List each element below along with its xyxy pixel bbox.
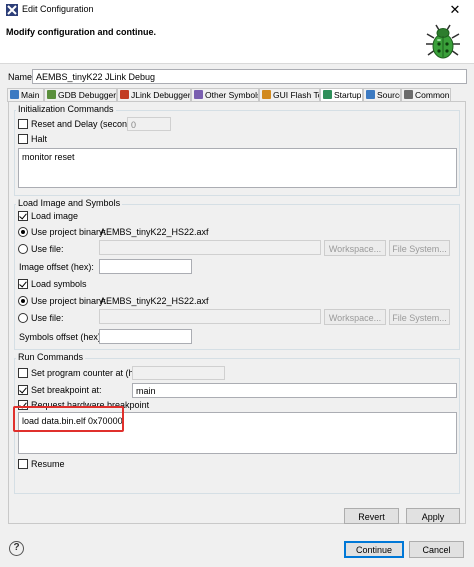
use-project-binary-radio[interactable] bbox=[18, 227, 28, 237]
load-image-group bbox=[14, 204, 460, 350]
image-offset-label: Image offset (hex): bbox=[19, 262, 94, 272]
symbols-offset-label: Symbols offset (hex): bbox=[19, 332, 104, 342]
symbols-use-file-label: Use file: bbox=[31, 313, 64, 323]
debugger-icon bbox=[47, 90, 56, 99]
symbols-project-binary-radio[interactable] bbox=[18, 296, 28, 306]
halt-label: Halt bbox=[31, 134, 48, 144]
revert-button[interactable]: Revert bbox=[344, 508, 399, 524]
source-icon bbox=[366, 90, 375, 99]
workspace-button[interactable]: Workspace... bbox=[324, 240, 386, 256]
load-image-label: Load image bbox=[31, 211, 79, 221]
tab-common[interactable]: Common bbox=[401, 88, 451, 102]
run-commands-title: Run Commands bbox=[16, 352, 86, 362]
set-breakpoint-checkbox[interactable] bbox=[18, 385, 28, 395]
symbols-project-binary-label: Use project binary: bbox=[31, 296, 107, 306]
resume-label: Resume bbox=[31, 459, 65, 469]
tab-main[interactable]: Main bbox=[7, 88, 44, 102]
symbols-binary-value: AEMBS_tinyK22_HS22.axf bbox=[100, 296, 209, 306]
reset-delay-input[interactable]: 0 bbox=[127, 117, 171, 131]
use-file-label: Use file: bbox=[31, 244, 64, 254]
reset-delay-checkbox[interactable] bbox=[18, 119, 28, 129]
tab-label: JLink Debugger bbox=[131, 90, 191, 100]
startup-icon bbox=[323, 90, 332, 99]
symbols-workspace-button[interactable]: Workspace... bbox=[324, 309, 386, 325]
tab-label: GDB Debugger bbox=[58, 90, 117, 100]
tab-gdb-debugger[interactable]: GDB Debugger bbox=[44, 88, 117, 102]
halt-checkbox[interactable] bbox=[18, 134, 28, 144]
window-title: Edit Configuration bbox=[22, 4, 94, 14]
tab-bar: Main GDB Debugger JLink Debugger Other S… bbox=[7, 88, 469, 103]
main-tab-icon bbox=[10, 90, 19, 99]
tab-label: Source bbox=[377, 90, 400, 100]
symbols-file-system-button[interactable]: File System... bbox=[389, 309, 450, 325]
tab-label: Main bbox=[21, 90, 40, 100]
load-symbols-checkbox[interactable] bbox=[18, 279, 28, 289]
load-symbols-label: Load symbols bbox=[31, 279, 87, 289]
tab-label: Other Symbols bbox=[205, 90, 259, 100]
startup-panel: Initialization Commands Reset and Delay … bbox=[8, 101, 466, 524]
tab-source[interactable]: Source bbox=[363, 88, 401, 102]
image-file-input[interactable] bbox=[99, 240, 321, 255]
load-image-title: Load Image and Symbols bbox=[16, 198, 123, 208]
cancel-button[interactable]: Cancel bbox=[409, 541, 464, 558]
set-breakpoint-label: Set breakpoint at: bbox=[31, 385, 102, 395]
set-pc-label: Set program counter at (hex): bbox=[31, 368, 149, 378]
highlight-box bbox=[13, 406, 124, 432]
name-input[interactable]: AEMBS_tinyK22 JLink Debug bbox=[32, 69, 467, 84]
jlink-icon bbox=[120, 90, 129, 99]
symbols-offset-input[interactable] bbox=[99, 329, 192, 344]
init-commands-textarea[interactable]: monitor reset bbox=[18, 148, 457, 188]
init-commands-title: Initialization Commands bbox=[16, 104, 116, 114]
apply-button[interactable]: Apply bbox=[406, 508, 460, 524]
symbols-file-input[interactable] bbox=[99, 309, 321, 324]
close-icon[interactable]: ✕ bbox=[436, 0, 474, 20]
symbols-use-file-radio[interactable] bbox=[18, 313, 28, 323]
help-icon[interactable]: ? bbox=[9, 541, 24, 556]
tab-label: Startup bbox=[334, 90, 362, 100]
bug-icon bbox=[426, 24, 460, 59]
tab-label: GUI Flash Tool bbox=[273, 90, 319, 100]
dialog-header: Modify configuration and continue. bbox=[0, 20, 474, 64]
symbols-icon bbox=[194, 90, 203, 99]
use-file-radio[interactable] bbox=[18, 244, 28, 254]
image-offset-input[interactable] bbox=[99, 259, 192, 274]
resume-checkbox[interactable] bbox=[18, 459, 28, 469]
common-icon bbox=[404, 90, 413, 99]
set-pc-input[interactable] bbox=[132, 366, 225, 380]
tab-other-symbols[interactable]: Other Symbols bbox=[191, 88, 259, 102]
load-image-checkbox[interactable] bbox=[18, 211, 28, 221]
continue-button[interactable]: Continue bbox=[344, 541, 404, 558]
file-system-button[interactable]: File System... bbox=[389, 240, 450, 256]
tab-label: Common bbox=[415, 90, 450, 100]
use-project-binary-label: Use project binary: bbox=[31, 227, 107, 237]
tab-jlink-debugger[interactable]: JLink Debugger bbox=[117, 88, 191, 102]
header-message: Modify configuration and continue. bbox=[6, 27, 156, 37]
tab-gui-flash-tool[interactable]: GUI Flash Tool bbox=[259, 88, 320, 102]
title-bar: Edit Configuration ✕ bbox=[0, 0, 474, 20]
breakpoint-input[interactable]: main bbox=[132, 383, 457, 398]
set-pc-checkbox[interactable] bbox=[18, 368, 28, 378]
name-label: Name: bbox=[8, 72, 35, 82]
reset-delay-label: Reset and Delay (seconds): bbox=[31, 119, 143, 129]
flash-icon bbox=[262, 90, 271, 99]
project-binary-value: AEMBS_tinyK22_HS22.axf bbox=[100, 227, 209, 237]
app-icon bbox=[6, 4, 18, 16]
